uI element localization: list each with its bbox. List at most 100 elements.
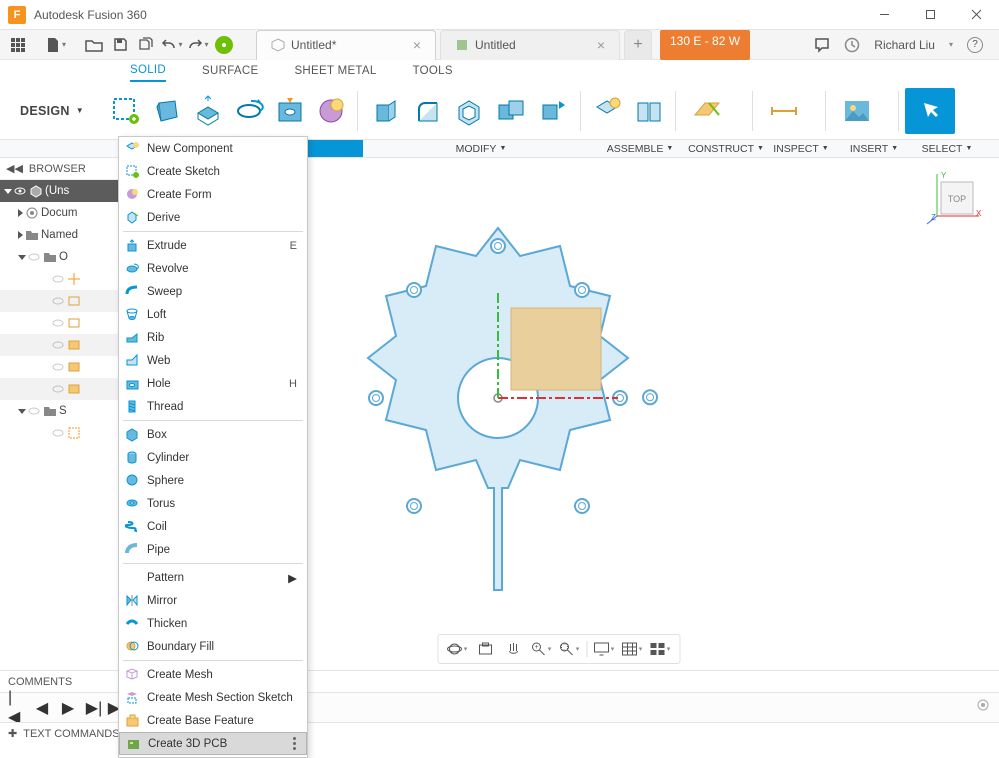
save-all-icon[interactable] xyxy=(134,33,158,57)
tree-origin-item[interactable] xyxy=(0,290,118,312)
timeline-prev-icon[interactable]: ◀ xyxy=(34,700,50,716)
menu-hole[interactable]: HoleH xyxy=(119,372,307,395)
user-name[interactable]: Richard Liu xyxy=(874,38,935,52)
hole-tool[interactable] xyxy=(269,88,310,134)
tree-sketch-item[interactable] xyxy=(0,422,118,444)
menu-create-mesh[interactable]: Create Mesh xyxy=(119,663,307,686)
new-tab-button[interactable]: + xyxy=(624,30,652,60)
look-at-icon[interactable] xyxy=(472,638,498,660)
menu-loft[interactable]: Loft xyxy=(119,303,307,326)
menu-sweep[interactable]: Sweep xyxy=(119,280,307,303)
ribbon-label-select[interactable]: SELECT▼ xyxy=(917,140,977,157)
ribbon-label-modify[interactable]: MODIFY▼ xyxy=(376,140,586,157)
tab-solid[interactable]: SOLID xyxy=(130,60,166,82)
revolve-tool[interactable] xyxy=(228,88,269,134)
menu-create-base-feature[interactable]: Create Base Feature xyxy=(119,709,307,732)
move-tool[interactable] xyxy=(532,88,574,134)
menu-extrude[interactable]: ExtrudeE xyxy=(119,234,307,257)
new-component-tool[interactable] xyxy=(587,88,628,134)
ribbon-label-inspect[interactable]: INSPECT▼ xyxy=(771,140,831,157)
extensions-icon[interactable] xyxy=(212,33,236,57)
tab-sheetmetal[interactable]: SHEET METAL xyxy=(294,61,376,81)
create-form-tool[interactable] xyxy=(147,88,188,134)
extrude-tool[interactable] xyxy=(188,88,229,134)
menu-torus[interactable]: Torus xyxy=(119,492,307,515)
tree-named-views[interactable]: Named xyxy=(0,224,118,246)
save-icon[interactable] xyxy=(108,33,132,57)
menu-mirror[interactable]: Mirror xyxy=(119,589,307,612)
help-icon[interactable]: ? xyxy=(967,37,983,53)
menu-cylinder[interactable]: Cylinder xyxy=(119,446,307,469)
fillet-tool[interactable] xyxy=(406,88,448,134)
tree-origin-item[interactable] xyxy=(0,334,118,356)
menu-create-sketch[interactable]: Create Sketch xyxy=(119,160,307,183)
tab-tools[interactable]: TOOLS xyxy=(413,61,453,81)
press-pull-tool[interactable] xyxy=(364,88,406,134)
notification-icon[interactable] xyxy=(814,37,830,53)
status-badge[interactable]: 130 E - 82 W xyxy=(660,30,750,60)
tree-root[interactable]: (Uns xyxy=(0,180,118,202)
job-status-icon[interactable] xyxy=(844,37,860,53)
menu-thicken[interactable]: Thicken xyxy=(119,612,307,635)
grid-settings-icon[interactable]: ▾ xyxy=(619,638,645,660)
joint-tool[interactable] xyxy=(628,88,669,134)
undo-icon[interactable]: ▾ xyxy=(160,33,184,57)
tree-origin-item[interactable] xyxy=(0,356,118,378)
fit-icon[interactable]: ▾ xyxy=(556,638,582,660)
tree-sketches[interactable]: S xyxy=(0,400,118,422)
orbit-icon[interactable]: ▾ xyxy=(444,638,470,660)
menu-sphere[interactable]: Sphere xyxy=(119,469,307,492)
maximize-button[interactable] xyxy=(907,0,953,30)
combine-tool[interactable] xyxy=(490,88,532,134)
minimize-button[interactable] xyxy=(861,0,907,30)
measure-tool[interactable] xyxy=(759,88,809,134)
close-button[interactable] xyxy=(953,0,999,30)
select-tool[interactable] xyxy=(905,88,955,134)
construct-plane-tool[interactable] xyxy=(682,88,732,134)
tree-doc-settings[interactable]: Docum xyxy=(0,202,118,224)
pan-icon[interactable] xyxy=(500,638,526,660)
menu-new-component[interactable]: New Component xyxy=(119,137,307,160)
menu-box[interactable]: Box xyxy=(119,423,307,446)
viewcube[interactable]: TOP X Y Z xyxy=(923,168,983,233)
open-icon[interactable] xyxy=(82,33,106,57)
ribbon-label-insert[interactable]: INSERT▼ xyxy=(844,140,904,157)
timeline-settings-icon[interactable] xyxy=(975,697,991,718)
doc-tab-1[interactable]: Untitled* × xyxy=(256,30,436,60)
file-menu-icon[interactable]: ▾ xyxy=(44,33,68,57)
tree-origin-item[interactable] xyxy=(0,312,118,334)
menu-boundary-fill[interactable]: Boundary Fill xyxy=(119,635,307,658)
timeline-next-icon[interactable]: ▶| xyxy=(86,700,102,716)
shell-tool[interactable] xyxy=(448,88,490,134)
redo-icon[interactable]: ▾ xyxy=(186,33,210,57)
browser-header[interactable]: ◀◀BROWSER xyxy=(0,158,118,180)
menu-pipe[interactable]: Pipe xyxy=(119,538,307,561)
menu-thread[interactable]: Thread xyxy=(119,395,307,418)
menu-revolve[interactable]: Revolve xyxy=(119,257,307,280)
tab-surface[interactable]: SURFACE xyxy=(202,61,258,81)
insert-decal-tool[interactable] xyxy=(832,88,882,134)
workspace-selector[interactable]: DESIGN▼ xyxy=(20,104,84,118)
menu-create-mesh-section[interactable]: Create Mesh Section Sketch xyxy=(119,686,307,709)
menu-create-form[interactable]: Create Form xyxy=(119,183,307,206)
tree-origin[interactable]: O xyxy=(0,246,118,268)
close-tab-icon[interactable]: × xyxy=(403,37,421,53)
menu-pattern[interactable]: Pattern▶ xyxy=(119,566,307,589)
create-sketch-tool[interactable] xyxy=(106,88,147,134)
viewport-icon[interactable]: ▾ xyxy=(647,638,673,660)
menu-coil[interactable]: Coil xyxy=(119,515,307,538)
timeline-start-icon[interactable]: |◀ xyxy=(8,700,24,716)
derive-tool[interactable] xyxy=(310,88,351,134)
tree-origin-item[interactable] xyxy=(0,378,118,400)
doc-tab-2[interactable]: Untitled × xyxy=(440,30,620,60)
ribbon-label-construct[interactable]: CONSTRUCT▼ xyxy=(694,140,758,157)
data-panel-icon[interactable] xyxy=(6,33,30,57)
menu-derive[interactable]: Derive xyxy=(119,206,307,229)
menu-web[interactable]: Web xyxy=(119,349,307,372)
menu-rib[interactable]: Rib xyxy=(119,326,307,349)
close-tab-icon[interactable]: × xyxy=(587,37,605,53)
ribbon-label-assemble[interactable]: ASSEMBLE▼ xyxy=(599,140,681,157)
zoom-icon[interactable]: +▾ xyxy=(528,638,554,660)
tree-origin-item[interactable] xyxy=(0,268,118,290)
display-settings-icon[interactable]: ▾ xyxy=(591,638,617,660)
